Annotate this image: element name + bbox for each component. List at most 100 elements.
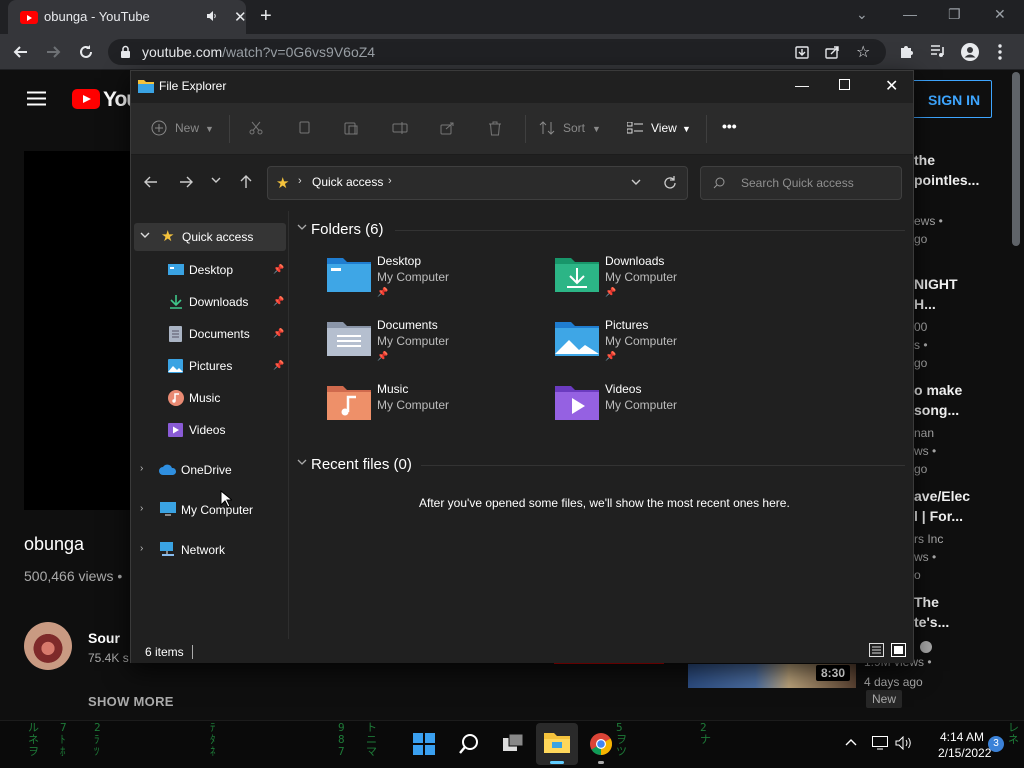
taskbar-file-explorer[interactable]: [536, 723, 578, 765]
video-player[interactable]: [24, 151, 134, 510]
back-arrow-icon[interactable]: [144, 175, 158, 189]
install-app-icon[interactable]: [794, 44, 810, 60]
related-title-line[interactable]: pointles...: [914, 170, 979, 190]
nav-item-quick-access[interactable]: ★ Quick access: [134, 223, 286, 251]
nav-item-music[interactable]: Music: [131, 384, 289, 412]
see-more-icon[interactable]: •••: [722, 118, 737, 134]
view-button[interactable]: View: [651, 121, 677, 135]
collapse-chevron-icon[interactable]: [297, 224, 307, 231]
expand-chevron-icon[interactable]: [140, 232, 150, 239]
address-dropdown-icon[interactable]: [631, 179, 641, 186]
browser-tab[interactable]: obunga - YouTube ✕: [8, 0, 247, 34]
media-control-icon[interactable]: [929, 43, 945, 59]
recent-locations-chevron-icon[interactable]: [211, 177, 221, 185]
breadcrumb-separator-icon[interactable]: ›: [298, 175, 302, 187]
rename-icon[interactable]: [392, 121, 408, 135]
network-icon[interactable]: [872, 736, 888, 750]
sort-icon[interactable]: [539, 121, 555, 135]
nav-item-desktop[interactable]: Desktop 📌: [131, 256, 289, 284]
channel-name[interactable]: Sour: [88, 630, 120, 646]
related-title-line[interactable]: ave/Elec: [914, 486, 970, 506]
folder-tile-documents[interactable]: Documents My Computer 📌: [321, 318, 531, 370]
expand-chevron-icon[interactable]: ›: [140, 543, 143, 554]
explorer-address-bar[interactable]: ★ › Quick access ›: [267, 166, 688, 200]
youtube-logo-icon[interactable]: [72, 89, 100, 109]
copy-icon[interactable]: [297, 121, 311, 135]
recent-files-header[interactable]: Recent files (0): [311, 456, 412, 473]
explorer-titlebar[interactable]: File Explorer — ✕: [131, 71, 913, 103]
related-title-line[interactable]: o make: [914, 380, 962, 400]
share-icon[interactable]: [440, 121, 455, 135]
related-title-line[interactable]: the: [914, 150, 935, 170]
sort-button[interactable]: Sort: [563, 121, 585, 135]
paste-icon[interactable]: [344, 121, 358, 135]
view-dropdown-icon[interactable]: ▼: [682, 124, 691, 134]
minimize-button[interactable]: —: [903, 6, 917, 22]
restore-button[interactable]: ❐: [948, 6, 961, 23]
tab-close-icon[interactable]: ✕: [234, 8, 247, 26]
hamburger-menu-icon[interactable]: [27, 91, 46, 106]
speaker-icon[interactable]: [206, 10, 218, 22]
refresh-icon[interactable]: [663, 176, 677, 190]
expand-chevron-icon[interactable]: ›: [140, 503, 143, 514]
nav-item-onedrive[interactable]: › OneDrive: [131, 456, 289, 484]
new-tab-button[interactable]: +: [260, 6, 272, 26]
delete-icon[interactable]: [488, 121, 502, 136]
folder-tile-downloads[interactable]: Downloads My Computer 📌: [549, 254, 759, 306]
folders-header[interactable]: Folders (6): [311, 221, 384, 238]
chrome-icon[interactable]: [590, 733, 612, 764]
close-button[interactable]: ✕: [994, 6, 1006, 23]
large-icons-view-icon[interactable]: [891, 643, 906, 657]
explorer-search-box[interactable]: Search Quick access: [700, 166, 902, 200]
explorer-maximize-button[interactable]: [839, 79, 850, 90]
share-icon[interactable]: [824, 44, 840, 60]
nav-item-downloads[interactable]: Downloads 📌: [131, 288, 289, 316]
up-arrow-icon[interactable]: [239, 174, 253, 189]
chrome-menu-icon[interactable]: [997, 43, 1003, 61]
cut-icon[interactable]: [249, 121, 263, 135]
task-view-icon[interactable]: [502, 733, 524, 753]
new-plus-icon[interactable]: [151, 120, 167, 136]
taskbar-clock[interactable]: 4:14 AM 2/15/2022: [938, 729, 991, 761]
bookmark-star-icon[interactable]: ☆: [856, 42, 870, 62]
page-scrollbar[interactable]: [1012, 72, 1020, 246]
nav-item-pictures[interactable]: Pictures 📌: [131, 352, 289, 380]
collapse-chevron-icon[interactable]: [297, 459, 307, 466]
channel-avatar[interactable]: [24, 622, 72, 670]
folder-tile-pictures[interactable]: Pictures My Computer 📌: [549, 318, 759, 370]
related-title-line[interactable]: The: [914, 592, 939, 612]
forward-arrow-icon[interactable]: [179, 175, 193, 189]
breadcrumb-quick-access[interactable]: Quick access: [312, 175, 383, 189]
related-title-line[interactable]: l | For...: [914, 506, 963, 526]
nav-item-this-pc[interactable]: › My Computer: [131, 496, 289, 524]
nav-item-documents[interactable]: Documents 📌: [131, 320, 289, 348]
notification-badge[interactable]: 3: [988, 736, 1004, 752]
folder-tile-desktop[interactable]: Desktop My Computer 📌: [321, 254, 531, 306]
folder-tile-music[interactable]: Music My Computer: [321, 382, 531, 434]
new-dropdown-icon[interactable]: ▼: [205, 124, 214, 134]
related-title-line[interactable]: H...: [914, 294, 936, 314]
breadcrumb-separator-icon[interactable]: ›: [388, 175, 392, 187]
sort-dropdown-icon[interactable]: ▼: [592, 124, 601, 134]
related-title-line[interactable]: song...: [914, 400, 959, 420]
related-title-line[interactable]: NIGHT: [914, 274, 958, 294]
show-more-button[interactable]: SHOW MORE: [88, 694, 174, 709]
related-title-line[interactable]: te's...: [914, 612, 949, 632]
extensions-puzzle-icon[interactable]: [898, 43, 914, 59]
expand-chevron-icon[interactable]: ›: [140, 463, 143, 474]
nav-item-network[interactable]: › Network: [131, 536, 289, 564]
show-hidden-icons-chevron-icon[interactable]: [845, 738, 857, 746]
nav-item-videos[interactable]: Videos: [131, 416, 289, 444]
tab-search-icon[interactable]: ⌄: [856, 6, 868, 23]
folder-tile-videos[interactable]: Videos My Computer: [549, 382, 759, 434]
address-bar[interactable]: youtube.com/watch?v=0G6vs9V6oZ4 ☆: [108, 39, 886, 65]
profile-icon[interactable]: [961, 43, 979, 61]
reload-icon[interactable]: [77, 43, 95, 61]
view-icon[interactable]: [627, 122, 643, 134]
volume-icon[interactable]: [895, 736, 912, 750]
forward-arrow-icon[interactable]: [44, 43, 62, 61]
back-arrow-icon[interactable]: [12, 43, 30, 61]
new-button[interactable]: New: [175, 121, 199, 135]
lock-icon[interactable]: [120, 45, 131, 59]
explorer-close-button[interactable]: ✕: [885, 76, 898, 96]
